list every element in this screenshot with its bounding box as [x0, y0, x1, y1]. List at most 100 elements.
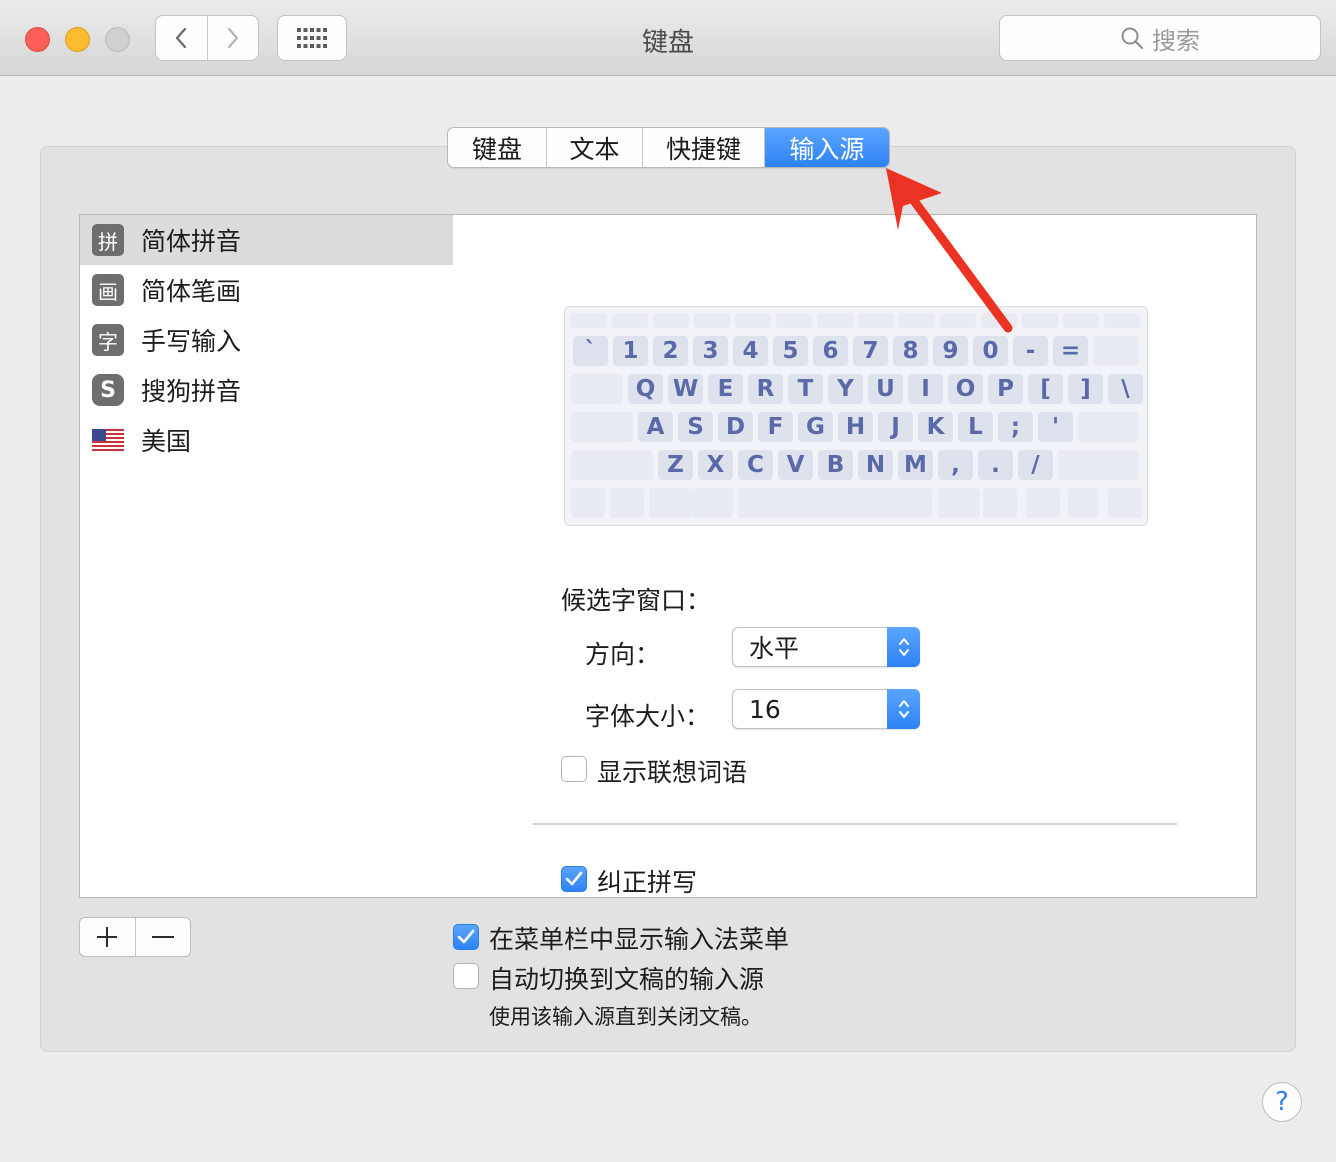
- list-item-label: 搜狗拼音: [141, 377, 242, 406]
- tab-text[interactable]: 文本: [546, 128, 642, 167]
- keyboard-key-blank: [938, 488, 980, 518]
- keyboard-key-blank: [691, 488, 733, 518]
- keyboard-key-blank: [1058, 450, 1139, 480]
- remove-source-button[interactable]: [134, 918, 191, 956]
- checkmark-icon: [457, 929, 475, 944]
- keyboard-key: B: [818, 450, 853, 480]
- keyboard-key: ': [1038, 412, 1073, 442]
- keyboard-key: F: [758, 412, 793, 442]
- orientation-popup[interactable]: 水平: [732, 627, 920, 667]
- title-bar: 键盘 搜索: [0, 0, 1336, 76]
- keyboard-key-blank: [1026, 488, 1060, 518]
- search-field[interactable]: 搜索: [999, 15, 1321, 61]
- keyboard-key: R: [748, 374, 783, 404]
- list-item[interactable]: 拼 简体拼音: [80, 215, 453, 265]
- tab-bar: 键盘 文本 快捷键 输入源: [447, 127, 890, 168]
- tab-keyboard[interactable]: 键盘: [448, 128, 546, 167]
- keyboard-key-blank: [571, 412, 633, 442]
- zoom-window-button[interactable]: [105, 27, 130, 52]
- keyboard-key-blank: [817, 313, 853, 328]
- minus-icon: [151, 936, 174, 938]
- chevron-right-icon: [227, 27, 238, 49]
- keyboard-key-blank: [735, 313, 771, 328]
- font-size-popup[interactable]: 16: [732, 689, 920, 729]
- keyboard-key-blank: [1078, 412, 1139, 442]
- help-button[interactable]: ?: [1262, 1082, 1302, 1122]
- close-window-button[interactable]: [25, 27, 50, 52]
- show-input-menu-checkbox[interactable]: [453, 924, 479, 950]
- minimize-window-button[interactable]: [65, 27, 90, 52]
- keyboard-key: ,: [938, 450, 973, 480]
- keyboard-key: Q: [628, 374, 663, 404]
- keyboard-key: [: [1028, 374, 1063, 404]
- navigation-buttons: [155, 15, 259, 61]
- keyboard-key: 7: [853, 336, 888, 366]
- orientation-label: 方向：: [585, 640, 661, 669]
- keyboard-key: 0: [973, 336, 1008, 366]
- keyboard-key: M: [898, 450, 933, 480]
- list-item[interactable]: 美国: [80, 415, 453, 465]
- keyboard-key: 8: [893, 336, 928, 366]
- tab-shortcuts[interactable]: 快捷键: [642, 128, 764, 167]
- keyboard-key: /: [1018, 450, 1053, 480]
- checkmark-icon: [565, 871, 583, 886]
- keyboard-key-blank: [610, 488, 644, 518]
- add-remove-buttons: [79, 917, 191, 957]
- popup-stepper-icon: [887, 627, 920, 667]
- keyboard-key-blank: [571, 488, 605, 518]
- keyboard-key-blank: [776, 313, 812, 328]
- keyboard-key-blank: [858, 313, 894, 328]
- tab-input-sources[interactable]: 输入源: [764, 128, 889, 167]
- correct-spelling-checkbox[interactable]: [561, 866, 587, 892]
- correct-spelling-label: 纠正拼写: [597, 868, 698, 897]
- keyboard-key: 2: [653, 336, 688, 366]
- keyboard-key: Y: [828, 374, 863, 404]
- keyboard-key: I: [908, 374, 943, 404]
- keyboard-key: N: [858, 450, 893, 480]
- keyboard-key-blank: [694, 313, 730, 328]
- show-all-button[interactable]: [277, 15, 347, 61]
- keyboard-key-blank: [571, 313, 607, 328]
- keyboard-key: Z: [658, 450, 693, 480]
- keyboard-key-blank: [1093, 336, 1139, 366]
- keyboard-key: G: [798, 412, 833, 442]
- auto-switch-label: 自动切换到文稿的输入源: [489, 965, 765, 994]
- pinyin-icon: 拼: [92, 224, 124, 256]
- keyboard-key: 6: [813, 336, 848, 366]
- popup-stepper-icon: [887, 689, 920, 729]
- keyboard-key-blank: [1104, 313, 1140, 328]
- keyboard-key: 1: [613, 336, 648, 366]
- keyboard-key-blank: [649, 488, 691, 518]
- show-predictions-checkbox[interactable]: [561, 756, 587, 782]
- keyboard-key: .: [978, 450, 1013, 480]
- keyboard-key: V: [778, 450, 813, 480]
- list-item-label: 手写输入: [141, 327, 242, 356]
- back-button[interactable]: [156, 16, 207, 60]
- keyboard-key: H: [838, 412, 873, 442]
- list-item[interactable]: S 搜狗拼音: [80, 365, 453, 415]
- list-item[interactable]: 画 简体笔画: [80, 265, 453, 315]
- keyboard-key: 9: [933, 336, 968, 366]
- sogou-icon: S: [92, 374, 124, 406]
- list-item[interactable]: 字 手写输入: [80, 315, 453, 365]
- forward-button[interactable]: [206, 16, 259, 60]
- show-predictions-label: 显示联想词语: [597, 758, 748, 787]
- keyboard-key-blank: [1063, 313, 1099, 328]
- keyboard-key: W: [668, 374, 703, 404]
- keyboard-key-blank: [571, 374, 623, 404]
- keyboard-key: 5: [773, 336, 808, 366]
- keyboard-key: A: [638, 412, 673, 442]
- add-source-button[interactable]: [80, 918, 135, 956]
- orientation-value: 水平: [749, 634, 800, 663]
- grid-icon: [297, 28, 327, 48]
- list-item-label: 美国: [141, 427, 192, 456]
- keyboard-key: `: [573, 336, 608, 366]
- keyboard-key: S: [678, 412, 713, 442]
- keyboard-key: 4: [733, 336, 768, 366]
- keyboard-key: X: [698, 450, 733, 480]
- keyboard-key: O: [948, 374, 983, 404]
- keyboard-key: J: [878, 412, 913, 442]
- keyboard-key: C: [738, 450, 773, 480]
- keyboard-key-blank: [653, 313, 689, 328]
- auto-switch-checkbox[interactable]: [453, 963, 479, 989]
